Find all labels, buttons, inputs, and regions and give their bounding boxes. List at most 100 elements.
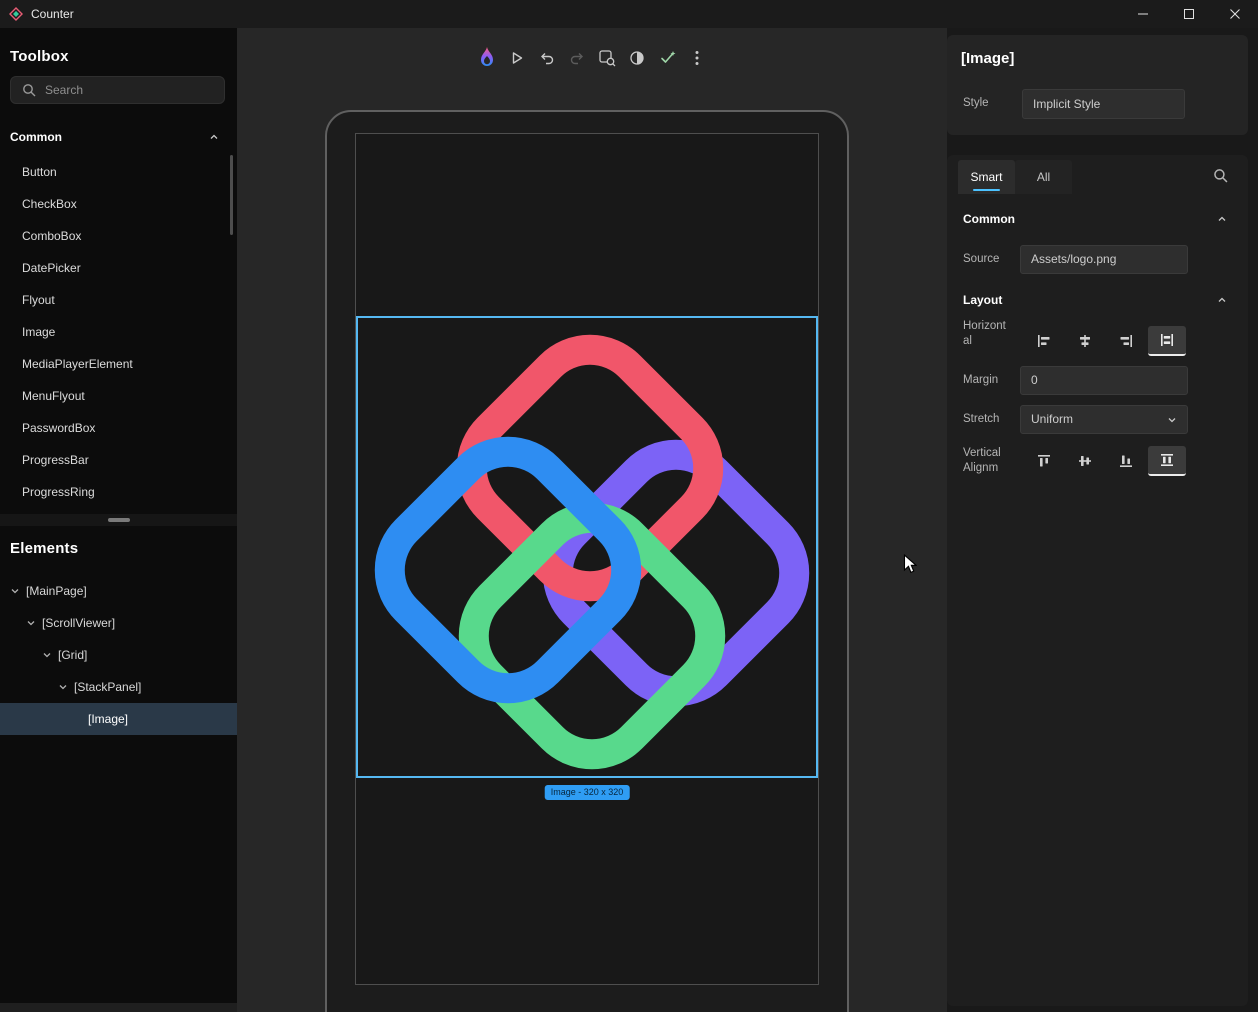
source-input[interactable]: Assets/logo.png: [1020, 245, 1188, 274]
properties-search-button[interactable]: [1213, 168, 1228, 183]
chevron-up-icon[interactable]: [1217, 214, 1227, 224]
toolbox-item-menuflyout[interactable]: MenuFlyout: [0, 380, 237, 412]
toolbox-item-checkbox[interactable]: CheckBox: [0, 188, 237, 220]
align-vertical-bottom-icon: [1118, 453, 1134, 469]
design-canvas[interactable]: Image - 320 x 320: [237, 28, 947, 1012]
align-vertical-center-button[interactable]: [1066, 446, 1104, 476]
undo-button[interactable]: [534, 45, 560, 71]
align-horizontal-center-button[interactable]: [1066, 326, 1104, 356]
sidebar-horizontal-scrollbar[interactable]: [0, 1003, 237, 1012]
toolbox-item-passwordbox[interactable]: PasswordBox: [0, 412, 237, 444]
window-controls: [1120, 0, 1258, 28]
elements-title: Elements: [10, 540, 78, 557]
tree-item-label: [Grid]: [58, 648, 87, 662]
hot-design-button[interactable]: [474, 45, 500, 71]
mouse-cursor: [903, 554, 917, 575]
toolbox-item-progressbar[interactable]: ProgressBar: [0, 444, 237, 476]
stretch-dropdown[interactable]: Uniform: [1020, 405, 1188, 434]
toolbox-item-datepicker[interactable]: DatePicker: [0, 252, 237, 284]
align-vertical-stretch-button[interactable]: [1148, 446, 1186, 476]
tab-smart[interactable]: Smart: [958, 160, 1015, 194]
redo-button[interactable]: [564, 45, 590, 71]
image-content-logo: [358, 318, 820, 780]
tree-item-grid[interactable]: [Grid]: [0, 639, 237, 671]
tree-item-stackpanel[interactable]: [StackPanel]: [0, 671, 237, 703]
chevron-down-icon[interactable]: [58, 682, 68, 692]
design-toolbar: [237, 45, 947, 71]
style-label: Style: [963, 97, 989, 109]
tree-item-label: [MainPage]: [26, 584, 87, 598]
toolbox-scrollbar[interactable]: [230, 155, 233, 235]
inspect-element-button[interactable]: [594, 45, 620, 71]
more-options-button[interactable]: [684, 45, 710, 71]
selected-image-element[interactable]: [356, 316, 818, 778]
app-icon: [9, 7, 23, 21]
minimize-button[interactable]: [1120, 0, 1166, 28]
toolbox-item-mediaplayerelement[interactable]: MediaPlayerElement: [0, 348, 237, 380]
more-options-icon: [695, 50, 699, 66]
chevron-down-icon[interactable]: [26, 618, 36, 628]
tree-item-image[interactable]: [Image]: [0, 703, 237, 735]
redo-icon: [569, 50, 585, 66]
align-vertical-center-icon: [1077, 453, 1093, 469]
align-horizontal-center-icon: [1077, 333, 1093, 349]
section-common-title: Common: [963, 212, 1015, 226]
validate-button[interactable]: [654, 45, 680, 71]
inspect-element-icon: [598, 49, 616, 67]
properties-card: Smart All Common Source Assets/logo.png …: [947, 155, 1248, 1006]
hot-design-flame-icon: [477, 46, 497, 70]
vertical-alignment-group: [1025, 446, 1186, 476]
close-button[interactable]: [1212, 0, 1258, 28]
selected-element-title: [Image]: [961, 50, 1014, 67]
toolbox-item-flyout[interactable]: Flyout: [0, 284, 237, 316]
chevron-down-icon[interactable]: [10, 586, 20, 596]
align-vertical-top-button[interactable]: [1025, 446, 1063, 476]
toolbox-section-label: Common: [10, 130, 62, 144]
source-label: Source: [963, 253, 999, 265]
chevron-down-icon[interactable]: [42, 650, 52, 660]
align-horizontal-stretch-button[interactable]: [1148, 326, 1186, 356]
undo-icon: [539, 50, 555, 66]
style-input[interactable]: Implicit Style: [1022, 89, 1185, 119]
margin-input[interactable]: 0: [1020, 366, 1188, 395]
maximize-icon: [1184, 9, 1194, 19]
toolbox-section-common[interactable]: Common: [0, 126, 237, 148]
properties-panel: [Image] Style Implicit Style Smart All C…: [947, 28, 1258, 1012]
chevron-up-icon: [209, 132, 219, 142]
tree-item-scrollviewer[interactable]: [ScrollViewer]: [0, 607, 237, 639]
minimize-icon: [1138, 9, 1148, 19]
toolbox-item-progressring[interactable]: ProgressRing: [0, 476, 237, 508]
window-title: Counter: [31, 7, 74, 21]
vertical-alignment-label: Vertical Alignm: [963, 446, 1009, 476]
toolbox-title: Toolbox: [10, 48, 69, 65]
align-horizontal-left-button[interactable]: [1025, 326, 1063, 356]
chevron-up-icon[interactable]: [1217, 295, 1227, 305]
stretch-dropdown-value: Uniform: [1031, 406, 1073, 433]
horizontal-alignment-group: [1025, 326, 1186, 356]
section-layout-title: Layout: [963, 293, 1002, 307]
align-horizontal-right-button[interactable]: [1107, 326, 1145, 356]
selection-size-label: Image - 320 x 320: [545, 785, 630, 800]
theme-toggle-button[interactable]: [624, 45, 650, 71]
align-horizontal-stretch-icon: [1159, 332, 1175, 348]
search-input[interactable]: [45, 83, 205, 97]
toolbox-item-image[interactable]: Image: [0, 316, 237, 348]
toolbox-list: Button CheckBox ComboBox DatePicker Flyo…: [0, 156, 237, 508]
tree-item-label: [Image]: [88, 712, 128, 726]
align-vertical-stretch-icon: [1159, 452, 1175, 468]
elements-tree: [MainPage] [ScrollViewer] [Grid] [StackP…: [0, 575, 237, 735]
align-horizontal-left-icon: [1036, 333, 1052, 349]
tree-item-label: [ScrollViewer]: [42, 616, 115, 630]
toolbox-search[interactable]: [10, 76, 225, 104]
splitter-grip-icon: [108, 518, 130, 522]
align-vertical-bottom-button[interactable]: [1107, 446, 1145, 476]
panel-splitter[interactable]: [0, 514, 237, 526]
toolbox-item-button[interactable]: Button: [0, 156, 237, 188]
tree-item-label: [StackPanel]: [74, 680, 141, 694]
tab-all[interactable]: All: [1015, 160, 1072, 194]
play-button[interactable]: [504, 45, 530, 71]
toolbox-item-combobox[interactable]: ComboBox: [0, 220, 237, 252]
maximize-button[interactable]: [1166, 0, 1212, 28]
chevron-down-icon: [1167, 415, 1177, 425]
tree-item-mainpage[interactable]: [MainPage]: [0, 575, 237, 607]
